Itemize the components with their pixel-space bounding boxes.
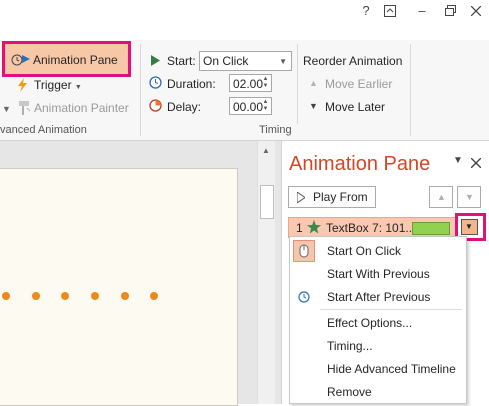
- duration-label: Duration:: [167, 77, 216, 91]
- ribbon-display-icon[interactable]: [380, 2, 400, 20]
- start-select[interactable]: On Click ▼: [199, 51, 292, 71]
- animation-painter-button[interactable]: Animation Painter: [34, 101, 129, 115]
- duration-input[interactable]: 02.00 ▲ ▼: [229, 74, 272, 92]
- play-from-label: Play From: [313, 190, 368, 204]
- animation-pane-icon: [11, 51, 31, 70]
- delay-input[interactable]: 00.00 ▲ ▼: [229, 97, 272, 115]
- delay-label: Delay:: [167, 100, 202, 114]
- item-dropdown-inner: ▼: [461, 219, 478, 235]
- move-up-button[interactable]: ▲: [429, 186, 453, 208]
- clock-icon: [298, 291, 310, 306]
- context-menu: Start On Click Start With Previous Start…: [289, 236, 467, 404]
- arrow-down-icon: ▼: [465, 192, 474, 202]
- duration-value: 02.00: [233, 77, 264, 91]
- chevron-down-icon: ▼: [279, 57, 287, 66]
- chevron-down-icon: ▼: [465, 222, 473, 231]
- animation-pane-label: Animation Pane: [33, 53, 118, 67]
- menu-item-timing[interactable]: Timing...: [327, 339, 373, 353]
- animation-order-number: 1: [296, 221, 303, 235]
- arrow-up-icon: ▲: [309, 78, 318, 88]
- group-label-advanced-animation: vanced Animation: [0, 124, 87, 136]
- pane-title: Animation Pane: [289, 153, 431, 175]
- trigger-icon: [17, 78, 29, 95]
- move-earlier-button[interactable]: Move Earlier: [325, 77, 392, 91]
- menu-item-hide-advanced-timeline[interactable]: Hide Advanced Timeline: [327, 362, 456, 376]
- motion-path-dot: [61, 292, 69, 300]
- delay-value: 00.00: [233, 100, 264, 114]
- scrollbar-thumb[interactable]: [260, 185, 274, 219]
- arrow-up-icon: ▲: [437, 192, 446, 202]
- close-window-button[interactable]: [466, 2, 486, 20]
- animation-item-label: TextBox 7: 101...: [326, 221, 416, 235]
- menu-item-remove[interactable]: Remove: [327, 385, 372, 399]
- animation-pane-button[interactable]: Animation Pane: [2, 41, 131, 77]
- play-from-button[interactable]: Play From: [288, 186, 376, 208]
- animation-painter-icon: [17, 100, 31, 119]
- dropdown-arrow-icon: ▼: [2, 104, 11, 114]
- ribbon-separator: [297, 44, 298, 124]
- spinner-arrows-icon[interactable]: ▲ ▼: [261, 99, 270, 114]
- scroll-up-arrow-icon[interactable]: ▲: [262, 146, 270, 155]
- start-label: Start:: [167, 54, 196, 68]
- chevron-down-icon: ▼: [74, 84, 82, 91]
- arrow-down-icon: ▼: [309, 101, 318, 111]
- minimize-button[interactable]: –: [412, 2, 432, 20]
- start-select-value: On Click: [203, 54, 249, 68]
- star-effect-icon: [307, 220, 321, 237]
- help-icon[interactable]: ?: [356, 2, 376, 20]
- motion-path-dot: [121, 292, 129, 300]
- pane-options-chevron-icon[interactable]: ▼: [453, 155, 463, 166]
- move-later-button[interactable]: Move Later: [325, 100, 385, 114]
- menu-item-start-on-click[interactable]: Start On Click: [327, 244, 401, 258]
- delay-icon: [149, 99, 162, 115]
- motion-path-dot: [150, 292, 158, 300]
- spinner-arrows-icon[interactable]: ▲ ▼: [261, 76, 270, 91]
- ribbon-separator: [410, 44, 411, 136]
- pane-close-icon[interactable]: [470, 157, 482, 171]
- motion-path-dot: [2, 292, 10, 300]
- mouse-click-icon: [293, 240, 315, 262]
- title-bar: ? –: [0, 0, 489, 22]
- clock-icon: [149, 76, 162, 92]
- play-icon: [151, 55, 160, 69]
- group-label-timing: Timing: [259, 124, 292, 136]
- menu-item-start-after-previous[interactable]: Start After Previous: [327, 290, 430, 304]
- animation-list-item[interactable]: 1 TextBox 7: 101...: [288, 217, 456, 238]
- slide-canvas[interactable]: [0, 168, 238, 406]
- trigger-dropdown[interactable]: Trigger ▼: [34, 78, 82, 92]
- trigger-label: Trigger: [34, 78, 72, 92]
- motion-path-dot: [91, 292, 99, 300]
- reorder-animation-title: Reorder Animation: [303, 54, 403, 68]
- menu-item-effect-options[interactable]: Effect Options...: [327, 316, 412, 330]
- timeline-bar[interactable]: [412, 222, 450, 235]
- ribbon-separator: [140, 44, 141, 136]
- play-icon: [296, 191, 306, 206]
- menu-item-start-with-previous[interactable]: Start With Previous: [327, 267, 430, 281]
- move-down-button[interactable]: ▼: [457, 186, 481, 208]
- restore-button[interactable]: [440, 2, 460, 20]
- item-dropdown-button[interactable]: ▼: [455, 213, 486, 241]
- vertical-scrollbar[interactable]: ▲: [257, 141, 275, 404]
- motion-path-dot: [32, 292, 40, 300]
- menu-separator: [320, 309, 462, 310]
